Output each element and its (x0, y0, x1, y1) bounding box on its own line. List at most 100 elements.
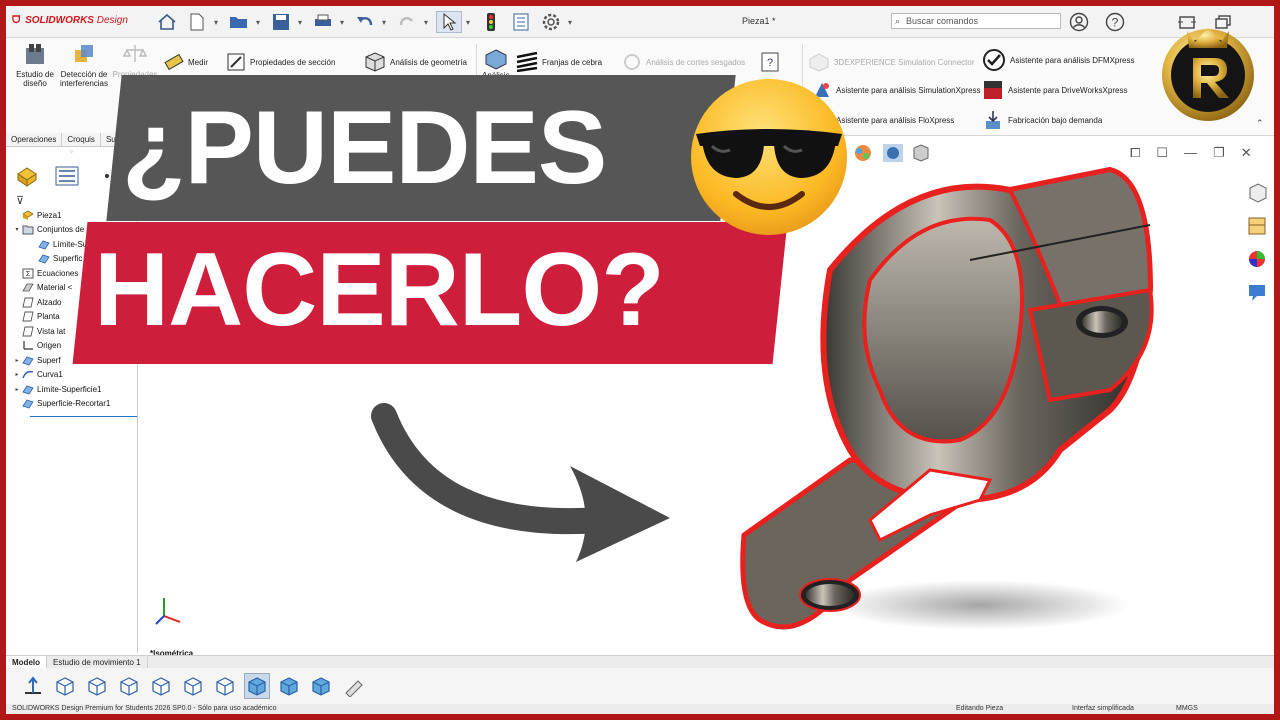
equations-icon: Σ (22, 268, 34, 279)
interference-detection-icon (75, 45, 93, 62)
viewport-restore-icon[interactable]: ❐ (1213, 145, 1225, 161)
search-commands-input[interactable]: ⌕ Buscar comandos (891, 13, 1061, 29)
redo-icon[interactable] (394, 11, 420, 33)
tree-expand-icon[interactable]: ▸ (12, 357, 22, 364)
tree-item[interactable]: ▸ Curva1 (6, 368, 137, 383)
surface-feature-icon (38, 239, 50, 250)
interference-detection-button[interactable]: Detección de interferencias (56, 42, 112, 88)
normal-to-icon[interactable] (20, 673, 46, 699)
featuremanager-tab-icon[interactable] (12, 163, 42, 189)
tab-croquis[interactable]: Croquis (62, 133, 101, 146)
zebra-stripes-button[interactable]: Franjas de cebra (516, 50, 602, 74)
chevron-down-icon[interactable]: ▾ (382, 18, 390, 27)
reference-triad (150, 592, 190, 635)
custom-properties-icon[interactable] (1246, 281, 1268, 303)
draft-analysis-icon (485, 49, 507, 70)
section-properties-icon (227, 53, 245, 71)
chevron-down-icon[interactable]: ▾ (568, 18, 576, 27)
help-icon[interactable]: ? (1104, 11, 1126, 33)
tab-model[interactable]: Modelo (6, 656, 47, 668)
dfmxpress-label: Asistente para análisis DFMXpress (1010, 55, 1135, 65)
file-properties-icon[interactable] (508, 11, 534, 33)
driveworksxpress-button[interactable]: Asistente para DriveWorksXpress (982, 78, 1127, 102)
undercut-analysis-button[interactable]: Análisis de cortes sesgados (622, 50, 745, 74)
tree-item[interactable]: ▸ Límite-Superficie1 (6, 382, 137, 397)
filter-icon[interactable]: ⊽ (16, 194, 24, 207)
rebuild-traffic-light-icon[interactable] (478, 11, 504, 33)
select-cursor-icon[interactable] (436, 11, 462, 33)
left-view-icon[interactable] (116, 673, 142, 699)
propertymanager-tab-icon[interactable] (52, 163, 82, 189)
home-icon[interactable] (154, 11, 180, 33)
section-properties-label: Propiedades de sección (250, 57, 336, 67)
curved-arrow-icon (371, 403, 670, 562)
measure-button[interactable]: Medir (164, 50, 208, 74)
design-study-icon (26, 44, 44, 64)
resources-icon[interactable] (1246, 182, 1268, 204)
geometry-analysis-button[interactable]: Análisis de geometría (364, 50, 467, 74)
user-account-icon[interactable] (1068, 11, 1090, 33)
design-library-icon[interactable] (1246, 215, 1268, 237)
undo-icon[interactable] (352, 11, 378, 33)
front-view-icon[interactable] (52, 673, 78, 699)
tree-expand-icon[interactable]: ▸ (12, 371, 22, 378)
top-view-icon[interactable] (180, 673, 206, 699)
viewport-close-icon[interactable]: ✕ (1241, 145, 1252, 161)
tree-expand-icon[interactable]: ▸ (12, 386, 22, 393)
simulation-connector-button[interactable]: 3DEXPERIENCE Simulation Connector (808, 50, 975, 74)
design-study-button[interactable]: Estudio de diseño (10, 42, 60, 88)
tree-item-label: Curva1 (37, 370, 63, 380)
simulationxpress-label: Asistente para análisis SimulationXpress (836, 85, 981, 95)
geometry-analysis-icon (365, 52, 385, 72)
tab-operaciones[interactable]: Operaciones (6, 133, 63, 146)
part-shadow (830, 580, 1130, 630)
options-gear-icon[interactable] (538, 11, 564, 33)
task-pane (1244, 178, 1274, 301)
tree-end-marker (30, 416, 137, 417)
back-view-icon[interactable] (84, 673, 110, 699)
section-properties-button[interactable]: Propiedades de sección (226, 50, 335, 74)
tree-item-label: Vista lat (37, 326, 66, 336)
origin-icon (22, 340, 34, 351)
tree-item-label: Superfic (53, 254, 83, 264)
status-units[interactable]: MMGS (1176, 705, 1198, 712)
tree-expand-icon[interactable]: ▾ (12, 226, 22, 233)
trimetric-view-icon[interactable] (276, 673, 302, 699)
document-title: Pieza1 * (742, 16, 776, 26)
print-icon[interactable] (310, 11, 336, 33)
bottom-view-icon[interactable] (212, 673, 238, 699)
measure-icon (164, 53, 184, 71)
solid-bodies-folder-icon (22, 224, 34, 235)
standard-views-toolbar (6, 668, 1274, 704)
surface-feature-icon (22, 384, 34, 395)
chevron-down-icon[interactable]: ▾ (340, 18, 348, 27)
open-folder-icon[interactable] (226, 11, 252, 33)
chevron-down-icon[interactable]: ▾ (256, 18, 264, 27)
right-view-icon[interactable] (148, 673, 174, 699)
fabrication-on-demand-button[interactable]: Fabricación bajo demanda (982, 108, 1102, 132)
coordinate-triad-icon (155, 598, 181, 625)
analysis-help-button[interactable]: ? (760, 50, 782, 74)
isometric-view-icon[interactable] (244, 673, 270, 699)
new-document-icon[interactable] (184, 11, 210, 33)
solidworks-logo[interactable]: ᗜ SOLIDWORKS Design (12, 15, 128, 26)
tab-motion-study[interactable]: Estudio de movimiento 1 (47, 656, 148, 668)
chevron-down-icon[interactable]: ▾ (466, 18, 474, 27)
chevron-down-icon[interactable]: ▾ (298, 18, 306, 27)
driveworksxpress-icon (984, 81, 1002, 99)
tree-item-label: Conjuntos de s (37, 225, 91, 235)
tree-item[interactable]: Superficie-Recortar1 (6, 397, 137, 412)
view-selector-icon[interactable] (340, 673, 366, 699)
headline-line-2: HACERLO? (94, 232, 665, 348)
chevron-down-icon[interactable]: ▾ (424, 18, 432, 27)
appearances-icon[interactable] (1246, 248, 1268, 270)
dimetric-view-icon[interactable] (308, 673, 334, 699)
chevron-down-icon[interactable]: ▾ (214, 18, 222, 27)
save-icon[interactable] (268, 11, 294, 33)
tree-item-label: Ecuaciones (37, 268, 79, 278)
status-interface[interactable]: Interfaz simplificada (1072, 705, 1134, 712)
simulation-connector-icon (809, 53, 829, 72)
dfmxpress-button[interactable]: Asistente para análisis DFMXpress (982, 48, 1135, 72)
viewport-minimize-icon[interactable]: — (1184, 145, 1197, 161)
channel-brand-logo (1162, 28, 1254, 121)
